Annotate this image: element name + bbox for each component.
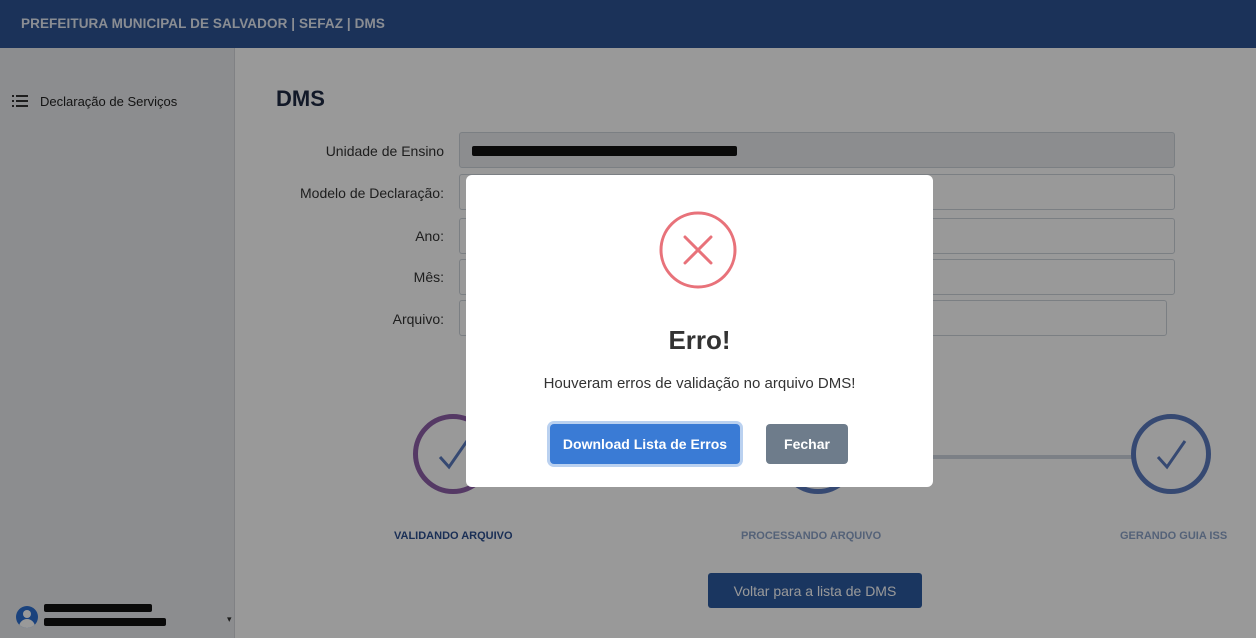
dialog-message: Houveram erros de validação no arquivo D… xyxy=(543,375,856,392)
download-error-list-button[interactable]: Download Lista de Erros xyxy=(550,424,740,464)
error-dialog: Erro! Houveram erros de validação no arq… xyxy=(466,175,933,487)
error-x-icon xyxy=(659,211,737,289)
close-button[interactable]: Fechar xyxy=(766,424,848,464)
dialog-title: Erro! xyxy=(668,325,731,355)
